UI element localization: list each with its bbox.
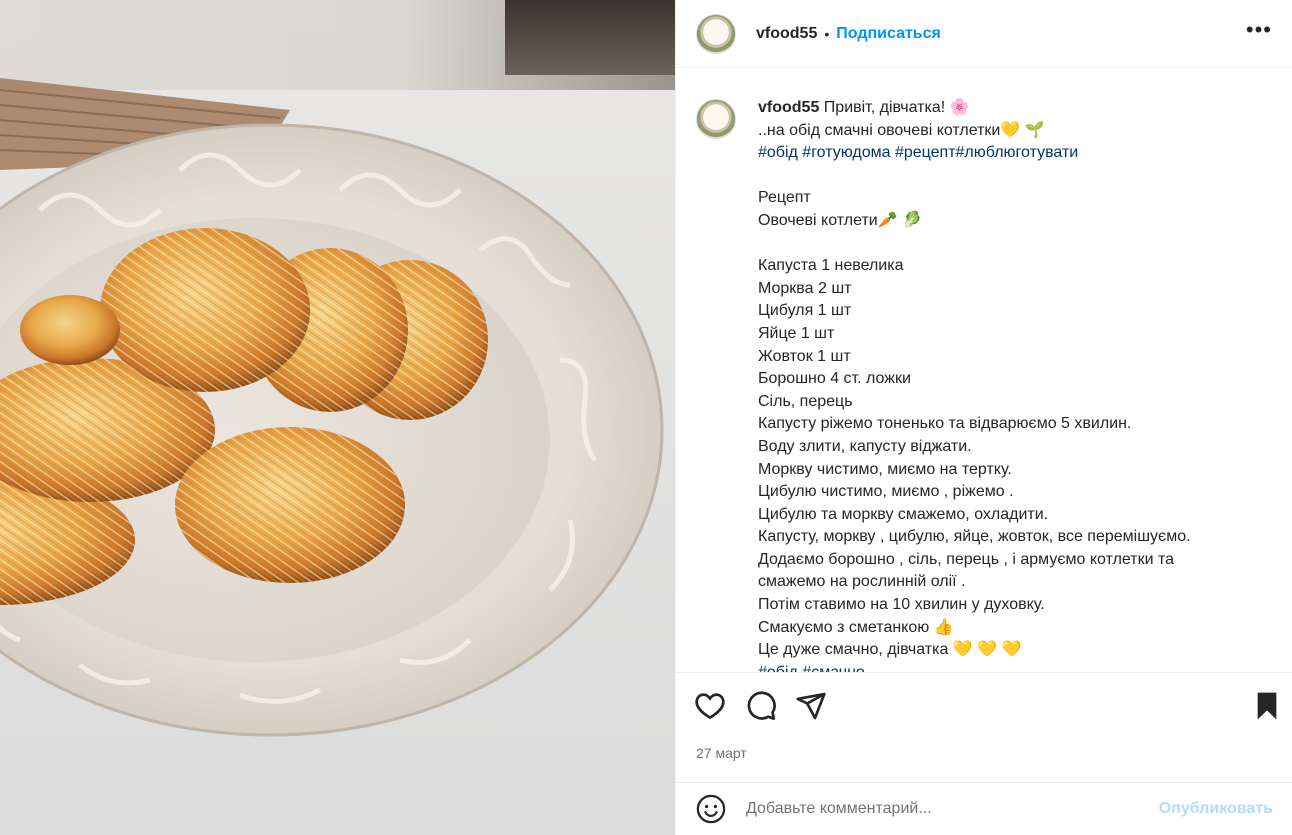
caption-body-line: Жовток 1 шт bbox=[758, 347, 851, 365]
caption-body-line: смажемо на рослинній олії . bbox=[758, 573, 966, 591]
caption-avatar[interactable] bbox=[696, 99, 736, 139]
follow-button[interactable]: Подписаться bbox=[836, 25, 941, 43]
comment-input[interactable] bbox=[746, 800, 1159, 818]
comment-bar: Опубликовать bbox=[676, 782, 1292, 835]
post-photo[interactable] bbox=[0, 0, 675, 835]
caption-body-line: Капуста 1 невелика bbox=[758, 257, 904, 275]
caption-body-line: Моркву чистимо, миємо на тертку. bbox=[758, 460, 1012, 478]
avatar[interactable] bbox=[696, 13, 736, 54]
caption-area: vfood55 Привіт, дівчатка! 🌸 ..на обід см… bbox=[676, 69, 1292, 672]
bookmark-icon[interactable] bbox=[1251, 690, 1283, 722]
caption-body-line: Овочеві котлети🥕 🥬 bbox=[758, 211, 923, 229]
caption-body-line: Капусту, моркву , цибулю, яйце, жовток, … bbox=[758, 528, 1191, 546]
emoji-icon[interactable] bbox=[696, 794, 726, 824]
caption-body-line: Воду злити, капусту віджати. bbox=[758, 437, 972, 455]
caption-hashtags[interactable]: #обід #готуюдома #рецепт#люблюготувати bbox=[758, 144, 1078, 161]
caption-body-line: Капусту ріжемо тоненько та відварюємо 5 … bbox=[758, 415, 1132, 433]
caption-body-line: Додаємо борошно , сіль, перець , і армує… bbox=[758, 550, 1175, 568]
share-icon[interactable] bbox=[795, 690, 827, 722]
caption-body-line: Борошно 4 ст. ложки bbox=[758, 370, 911, 388]
caption-body-line: Сіль, перець bbox=[758, 392, 853, 410]
caption-body: Рецепт Овочеві котлети🥕 🥬 Капуста 1 неве… bbox=[758, 189, 1191, 658]
caption-body-line: Цибулю та моркву смажемо, охладити. bbox=[758, 505, 1049, 523]
caption-username[interactable]: vfood55 bbox=[758, 99, 819, 116]
caption-trailing-hashtags[interactable]: #обід #смачно bbox=[758, 664, 865, 672]
separator-dot: • bbox=[824, 25, 830, 42]
publish-button[interactable]: Опубликовать bbox=[1159, 800, 1273, 818]
caption-body-line: Потім ставимо на 10 хвилин у духовку. bbox=[758, 596, 1045, 614]
caption-line: ..на обід смачні овочеві котлетки💛 🌱 bbox=[758, 121, 1045, 139]
caption-text: vfood55 Привіт, дівчатка! 🌸 ..на обід см… bbox=[758, 97, 1273, 672]
header-username[interactable]: vfood55 bbox=[756, 25, 817, 43]
heart-icon[interactable] bbox=[694, 690, 726, 722]
caption-body-line: Яйце 1 шт bbox=[758, 324, 835, 342]
caption-body-line: Рецепт bbox=[758, 189, 811, 207]
caption-body-line: Цибулю чистимо, миємо , ріжемо . bbox=[758, 483, 1014, 501]
post-header: vfood55 • Подписаться ••• bbox=[676, 0, 1292, 68]
caption-greeting: Привіт, дівчатка! 🌸 bbox=[819, 99, 970, 116]
comment-icon[interactable] bbox=[745, 690, 777, 722]
post-panel: vfood55 • Подписаться ••• vfood55 Привіт… bbox=[675, 0, 1292, 835]
caption-body-line: Морква 2 шт bbox=[758, 279, 852, 297]
action-bar bbox=[676, 672, 1292, 738]
post-date[interactable]: 27 март bbox=[696, 745, 747, 761]
caption-body-line: Смакуємо з сметанкою 👍 bbox=[758, 618, 954, 636]
caption-body-line: Це дуже смачно, дівчатка 💛 💛 💛 bbox=[758, 641, 1022, 659]
more-options-icon[interactable]: ••• bbox=[1246, 19, 1272, 41]
food-illustration bbox=[0, 78, 664, 737]
caption-body-line: Цибуля 1 шт bbox=[758, 302, 852, 320]
